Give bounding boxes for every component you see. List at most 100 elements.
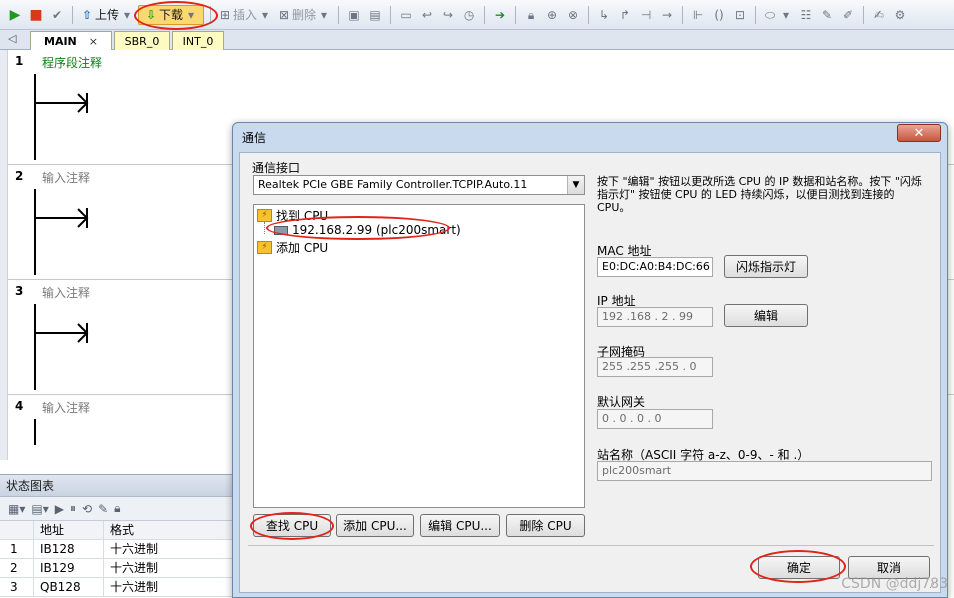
coil-button[interactable]: () [710, 5, 728, 25]
timer-button[interactable]: ◷ [460, 5, 478, 25]
insert-row-icon[interactable]: ▤▾ [31, 502, 48, 516]
address-cell[interactable]: IB128 [34, 540, 104, 558]
edit-ip-button[interactable]: 编辑 [724, 304, 808, 327]
bookmark-button[interactable]: ▣ [345, 5, 363, 25]
branch-down-button[interactable]: ↳ [595, 5, 613, 25]
tab-int0[interactable]: INT_0 [172, 31, 224, 50]
network-number: 3 [15, 284, 24, 298]
line-left-button[interactable]: ⊣ [637, 5, 655, 25]
found-cpu-label: 找到 CPU [276, 209, 329, 223]
pause-status-icon[interactable]: ⏸ [70, 501, 76, 516]
program-tabstrip: ◁ MAIN × SBR_0 INT_0 [0, 30, 954, 50]
network-number: 2 [15, 169, 24, 183]
compile-button[interactable]: ✔ [48, 5, 66, 25]
subnet-field[interactable]: 255 .255 .255 . 0 [597, 357, 713, 377]
add-cpu-button[interactable]: 添加 CPU... [336, 514, 414, 537]
label-icon: ⬭ [764, 7, 776, 22]
options-button[interactable]: ⚙ [891, 5, 909, 25]
goto-button[interactable]: ➔ [491, 5, 509, 25]
chevron-down-icon: ▾ [188, 7, 195, 22]
symbol-table-button[interactable]: ☷ [797, 5, 815, 25]
network-comment[interactable]: 输入注释 [42, 169, 90, 186]
station-field[interactable]: plc200smart [597, 461, 932, 481]
network-comment[interactable]: 程序段注释 [42, 54, 102, 71]
dialog-title: 通信 [242, 131, 267, 145]
tab-scroll-left-icon[interactable]: ◁ [8, 32, 16, 45]
add-row-icon[interactable]: ▦▾ [8, 502, 25, 516]
contact-button[interactable]: ⊩ [689, 5, 707, 25]
table-row[interactable]: 3 QB128 十六进制 [0, 578, 240, 597]
edit-symbol-button[interactable]: ✎ [818, 5, 836, 25]
download-button[interactable]: ⇩ 下载 ▾ [138, 4, 205, 25]
lock-all-icon: ⊗ [568, 7, 579, 22]
play-icon: ▶ [9, 6, 21, 23]
rung-end-arrow-icon [77, 208, 89, 228]
unlock-button[interactable]: ⊕ [543, 5, 561, 25]
network-number: 1 [15, 54, 24, 68]
network-comment[interactable]: 输入注释 [42, 284, 90, 301]
add-cpu-label: 添加 CPU [276, 241, 329, 255]
play-status-icon[interactable]: ▶ [55, 502, 64, 516]
address-cell[interactable]: QB128 [34, 578, 104, 596]
toolbar-separator [338, 5, 340, 24]
goto-icon: ➔ [495, 7, 506, 22]
find-cpu-button[interactable]: 查找 CPU [253, 514, 331, 537]
format-cell[interactable]: 十六进制 [104, 540, 240, 558]
interface-select[interactable]: Realtek PCIe GBE Family Controller.TCPIP… [253, 175, 585, 195]
header-address: 地址 [34, 521, 104, 539]
table-row[interactable]: 2 IB129 十六进制 [0, 559, 240, 578]
ip-field[interactable]: 192 .168 . 2 . 99 [597, 307, 713, 327]
chevron-down-icon: ▾ [783, 7, 790, 22]
format-cell[interactable]: 十六进制 [104, 559, 240, 577]
tree-item-found-cpu[interactable]: ⚡ 找到 CPU [257, 207, 328, 224]
dialog-titlebar[interactable]: 通信 ✕ [233, 123, 947, 149]
chevron-down-icon[interactable]: ▼ [567, 176, 584, 194]
dialog-close-button[interactable]: ✕ [897, 124, 941, 142]
delete-button[interactable]: ⊠ 删除 ▾ [276, 5, 332, 25]
insert-button[interactable]: ⊞ 插入 ▾ [217, 5, 273, 25]
export-button[interactable]: ↪ [439, 5, 457, 25]
power-rail [34, 304, 36, 390]
address-cell[interactable]: IB129 [34, 559, 104, 577]
next-bookmark-button[interactable]: ▤ [366, 5, 384, 25]
stop-button[interactable]: ■ [27, 5, 45, 25]
program-status-button[interactable]: ▭ [397, 5, 415, 25]
line-right-icon: → [662, 7, 673, 22]
close-icon[interactable]: × [89, 35, 98, 48]
upload-label: 上传 [95, 8, 120, 22]
line-right-button[interactable]: → [658, 5, 676, 25]
tab-sbr0[interactable]: SBR_0 [114, 31, 170, 50]
label-button[interactable]: ⬭ ▾ [762, 5, 794, 25]
tree-item-add-cpu[interactable]: ⚡ 添加 CPU [257, 239, 328, 256]
network-comment[interactable]: 输入注释 [42, 399, 90, 416]
box-button[interactable]: ⊡ [731, 5, 749, 25]
ok-button[interactable]: 确定 [758, 556, 840, 579]
cpu-tree[interactable]: ⚡ 找到 CPU 192.168.2.99 (plc200smart) ⚡ 添加… [253, 204, 585, 508]
edit-cpu-button[interactable]: 编辑 CPU... [420, 514, 500, 537]
tree-item-cpu-entry[interactable]: 192.168.2.99 (plc200smart) [274, 223, 461, 237]
lock-button[interactable]: 🔒︎ [522, 5, 540, 25]
check-symbol-button[interactable]: ✐ [839, 5, 857, 25]
properties-button[interactable]: ✍ [870, 5, 888, 25]
chart-icon[interactable]: ⟲ [82, 502, 92, 516]
upload-button[interactable]: ⇧ 上传 ▾ [79, 5, 135, 25]
tab-sbr0-label: SBR_0 [124, 34, 160, 48]
delete-cpu-button[interactable]: 删除 CPU [506, 514, 585, 537]
format-cell[interactable]: 十六进制 [104, 578, 240, 596]
tab-main[interactable]: MAIN × [30, 31, 112, 50]
header-row-number [0, 521, 34, 539]
lock-icon[interactable]: 🔒︎ [114, 501, 120, 516]
gateway-label: 默认网关 [597, 395, 646, 409]
pencil-icon[interactable]: ✎ [98, 502, 108, 516]
blink-led-button[interactable]: 闪烁指示灯 [724, 255, 808, 278]
lock-all-button[interactable]: ⊗ [564, 5, 582, 25]
next-bookmark-icon: ▤ [369, 7, 381, 22]
tab-int0-label: INT_0 [182, 34, 214, 48]
branch-up-button[interactable]: ↱ [616, 5, 634, 25]
gateway-field[interactable]: 0 . 0 . 0 . 0 [597, 409, 713, 429]
pause-status-button[interactable]: ↩ [418, 5, 436, 25]
run-button[interactable]: ▶ [6, 5, 24, 25]
export-icon: ↪ [443, 7, 454, 22]
status-chart-toolbar: ▦▾ ▤▾ ▶ ⏸ ⟲ ✎ 🔒︎ [0, 497, 240, 521]
table-row[interactable]: 1 IB128 十六进制 [0, 540, 240, 559]
